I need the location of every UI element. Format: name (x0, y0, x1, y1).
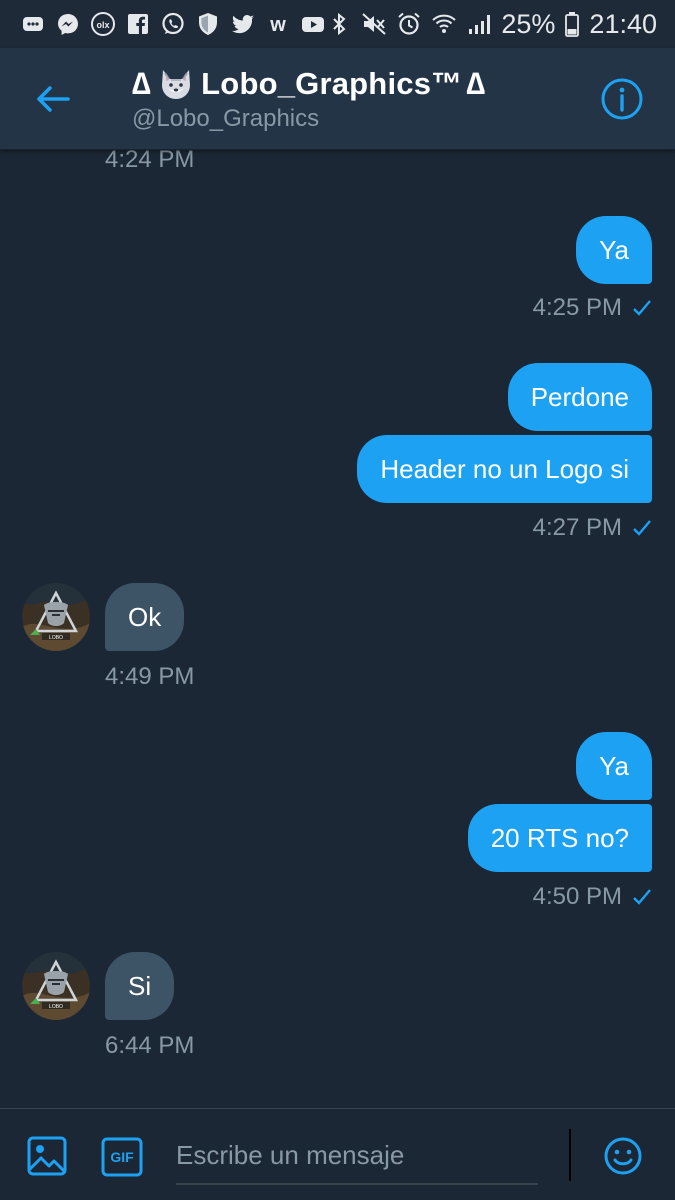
battery-percent: 25% (501, 8, 556, 39)
message-timestamp: 4:27 PM (532, 514, 622, 541)
signal-icon (466, 11, 492, 37)
outgoing-message[interactable]: Ya (576, 732, 652, 800)
olx-icon: olx (90, 11, 116, 37)
bluetooth-icon (326, 11, 352, 37)
back-button[interactable] (30, 76, 76, 122)
conversation-title: ∆ Lobo_Graphics™ ∆ (132, 66, 486, 102)
smiley-icon (604, 1137, 642, 1175)
sent-check-icon (632, 516, 652, 544)
message-timestamp: 4:24 PM (105, 150, 195, 173)
sent-check-icon (632, 296, 652, 324)
message-timestamp: 6:44 PM (105, 1032, 195, 1059)
notification-icons: olx w (20, 11, 326, 37)
battery-icon (564, 11, 580, 37)
incoming-message[interactable]: Si (105, 952, 175, 1020)
message-timestamp: 4:49 PM (105, 663, 195, 690)
message-input[interactable] (176, 1127, 538, 1185)
composer-divider (569, 1129, 571, 1181)
twitter-icon (230, 11, 256, 37)
outgoing-message[interactable]: Header no un Logo si (357, 435, 652, 503)
clock: 21:40 (589, 8, 657, 39)
status-bar: olx w 25% 21:40 (0, 0, 675, 48)
title-suffix: ∆ (466, 66, 486, 101)
conversation-handle: @Lobo_Graphics (132, 105, 320, 132)
svg-text:w: w (269, 14, 286, 36)
message-list[interactable]: 4:24 PM Ya 4:25 PM Perdone Header no un … (0, 150, 675, 1108)
message-timestamp: 4:50 PM (532, 883, 622, 910)
info-button[interactable] (600, 77, 644, 121)
messenger-icon (55, 11, 81, 37)
mute-icon (361, 11, 387, 37)
title-prefix: ∆ (132, 66, 152, 101)
add-photo-button[interactable] (26, 1135, 68, 1177)
avatar[interactable]: LOBO (22, 952, 90, 1020)
outgoing-message[interactable]: Perdone (507, 363, 652, 431)
avatar[interactable]: LOBO (22, 583, 90, 651)
sent-check-icon (632, 885, 652, 913)
title-name: Lobo_Graphics™ (201, 66, 463, 101)
add-gif-button[interactable]: GIF (101, 1137, 143, 1177)
wattpad-icon: w (265, 11, 291, 37)
shield-icon (195, 11, 221, 37)
message-timestamp: 4:25 PM (532, 294, 622, 321)
alarm-icon (396, 11, 422, 37)
youtube-icon (300, 11, 326, 37)
message-timestamp-row: 4:50 PM (533, 883, 652, 913)
conversation-header: ∆ Lobo_Graphics™ ∆ @Lobo_Graphics (0, 48, 675, 150)
info-icon (601, 78, 643, 120)
chat-icon (20, 11, 46, 37)
message-timestamp-row: 4:27 PM (533, 514, 652, 544)
whatsapp-icon (160, 11, 186, 37)
wifi-icon (431, 11, 457, 37)
svg-text:olx: olx (96, 20, 109, 30)
wolf-emoji (159, 67, 193, 101)
facebook-icon (125, 11, 151, 37)
outgoing-message[interactable]: Ya (576, 216, 652, 284)
system-status: 25% 21:40 (326, 9, 657, 40)
incoming-message[interactable]: Ok (105, 583, 185, 651)
arrow-left-icon (37, 86, 70, 112)
outgoing-message[interactable]: 20 RTS no? (467, 804, 652, 872)
gif-label: GIF (110, 1149, 134, 1165)
svg-text:LOBO: LOBO (49, 1004, 63, 1010)
svg-text:LOBO: LOBO (49, 635, 63, 641)
image-icon (27, 1136, 67, 1176)
emoji-button[interactable] (603, 1136, 643, 1176)
message-composer: GIF (0, 1108, 675, 1200)
message-timestamp-row: 4:25 PM (533, 294, 652, 324)
